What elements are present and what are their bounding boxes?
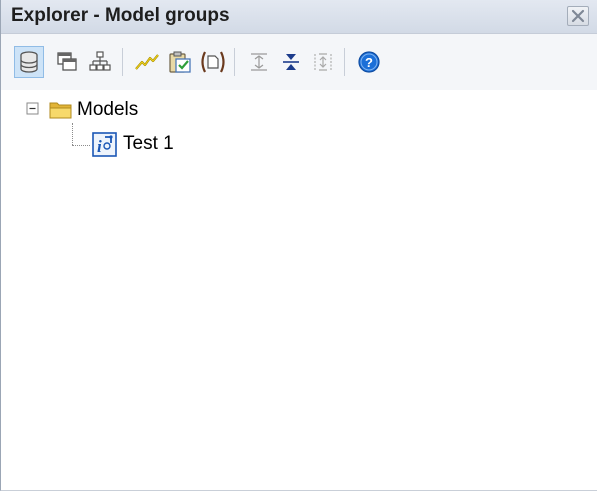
- expand-disabled-icon: [314, 53, 332, 71]
- bracket-doc-button[interactable]: [198, 46, 228, 78]
- hierarchy-button[interactable]: [85, 46, 115, 78]
- toolbar-separator: [234, 48, 235, 76]
- tree-node-label: Models: [77, 99, 139, 120]
- expand-all-button[interactable]: [308, 46, 338, 78]
- tree-connector: [72, 123, 73, 145]
- collapse-button[interactable]: [276, 46, 306, 78]
- tree-connector: [72, 145, 90, 146]
- tree-node-label: Test 1: [123, 133, 174, 154]
- panel-title: Explorer - Model groups: [11, 5, 230, 26]
- model-icon: i: [92, 132, 117, 157]
- chart-line-icon: [135, 54, 159, 70]
- database-icon: [20, 51, 38, 73]
- svg-text:?: ?: [365, 55, 373, 70]
- toolbar-separator: [344, 48, 345, 76]
- collapse-icon: [283, 54, 299, 70]
- close-icon: [571, 9, 585, 23]
- paste-check-icon: [169, 51, 191, 73]
- help-icon: ?: [358, 51, 380, 73]
- bracket-doc-icon: [201, 51, 225, 73]
- expand-button[interactable]: [244, 46, 274, 78]
- svg-text:i: i: [97, 137, 102, 156]
- model-tree: [1, 92, 597, 490]
- explorer-panel: Explorer - Model groups ? Models i Test …: [0, 0, 597, 491]
- paste-check-button[interactable]: [165, 46, 195, 78]
- expand-icon: [251, 53, 267, 71]
- database-button[interactable]: [14, 46, 44, 78]
- folder-icon: [49, 102, 72, 119]
- toolbar-separator: [122, 48, 123, 76]
- chart-line-button[interactable]: [132, 46, 162, 78]
- help-button[interactable]: ?: [354, 46, 384, 78]
- panel-titlebar: Explorer - Model groups: [1, 0, 597, 34]
- hierarchy-icon: [89, 51, 111, 71]
- windows-button[interactable]: [52, 46, 82, 78]
- windows-icon: [57, 52, 77, 71]
- close-button[interactable]: [567, 6, 589, 26]
- collapse-toggle-icon[interactable]: [26, 102, 40, 116]
